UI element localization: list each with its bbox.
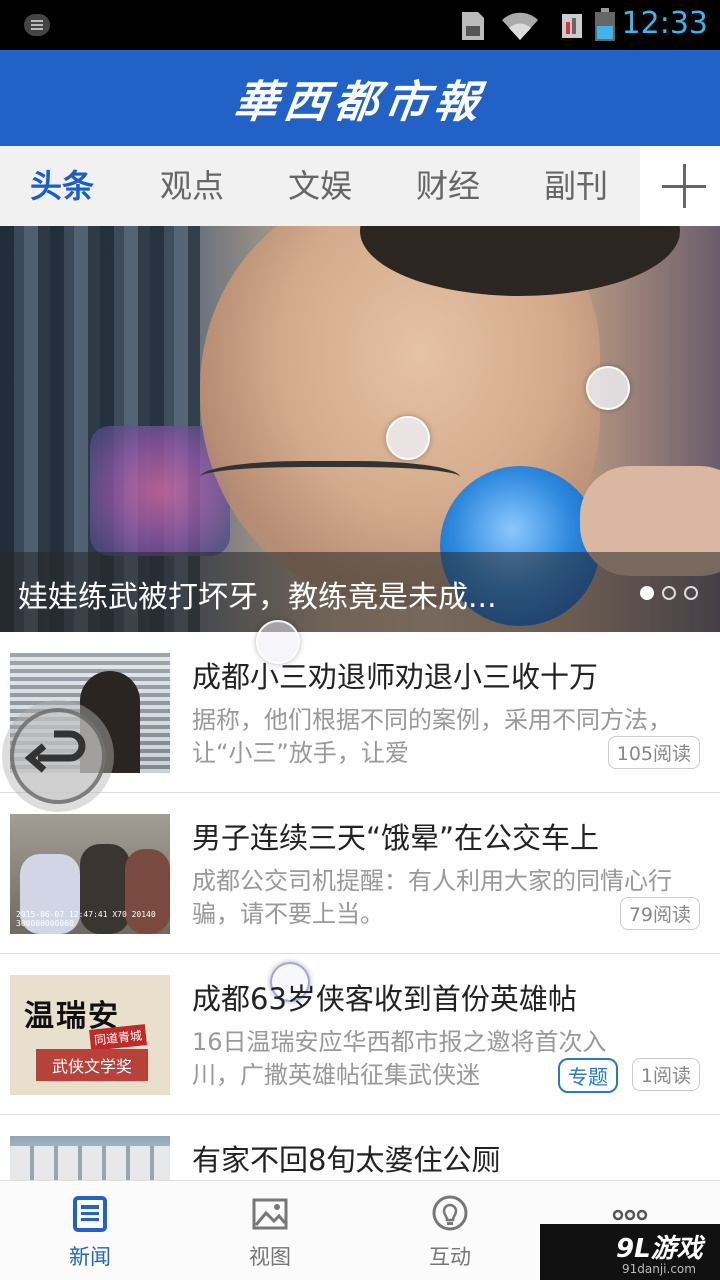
floating-back-button[interactable]: [2, 700, 114, 812]
news-summary: 成都公交司机提醒：有人利用大家的同情心行骗，请不要上当。: [192, 867, 672, 928]
news-item[interactable]: 有家不回8旬太婆住公厕: [0, 1115, 720, 1180]
news-list: 成都小三劝退师劝退小三收十万 据称，他们根据不同的案例，采用不同方法，让“小三”…: [0, 632, 720, 1180]
nav-pictures[interactable]: 视图: [180, 1181, 360, 1280]
lightbulb-icon: [432, 1195, 468, 1231]
carousel-dot: [684, 586, 698, 600]
status-bar: 12:33: [0, 0, 720, 50]
news-title: 成都63岁侠客收到首份英雄帖: [192, 982, 577, 1016]
tab-entertainment[interactable]: 文娱: [288, 146, 352, 226]
hero-caption[interactable]: 娃娃练武被打坏牙，教练竟是未成...: [18, 572, 497, 616]
thumbnail-timestamp: 2015-06-07 12:47:41 X70 20140 3000000000…: [16, 910, 156, 928]
watermark-text: 9L游戏: [616, 1234, 703, 1264]
nav-news[interactable]: 新闻: [0, 1181, 180, 1280]
site-watermark: 9L游戏 91danji.com: [540, 1224, 720, 1280]
add-channel-icon[interactable]: [640, 146, 720, 226]
news-item[interactable]: 温瑞安 同道青城 武侠文学奖 成都63岁侠客收到首份英雄帖 16日温瑞安应华西都…: [0, 954, 720, 1115]
news-title: 男子连续三天“饿晕”在公交车上: [192, 821, 600, 855]
tab-headlines[interactable]: 头条: [30, 146, 94, 226]
hero-caption-bar: 娃娃练武被打坏牙，教练竟是未成...: [0, 552, 720, 632]
nav-interact[interactable]: 互动: [360, 1181, 540, 1280]
tab-finance[interactable]: 财经: [416, 146, 480, 226]
news-title: 成都小三劝退师劝退小三收十万: [192, 660, 599, 694]
thumbnail-award-text: 武侠文学奖: [36, 1049, 148, 1081]
read-count-badge: 1阅读: [631, 1058, 700, 1091]
carousel-dot: [640, 586, 654, 600]
wifi-icon: [502, 12, 538, 40]
nav-label: 新闻: [69, 1245, 111, 1269]
signal-icon: [562, 14, 582, 38]
app-header: 華西都市報: [0, 50, 720, 146]
news-title: 有家不回8旬太婆住公厕: [192, 1143, 501, 1177]
newspaper-logo: 華西都市報: [230, 77, 488, 128]
newspaper-icon: [73, 1196, 107, 1232]
read-count-badge: 79阅读: [619, 897, 700, 930]
image-icon: [252, 1198, 288, 1230]
touch-indicator: [586, 366, 630, 410]
sim-card-icon: [462, 12, 484, 40]
news-item[interactable]: 2015-06-07 12:47:41 X70 20140 3000000000…: [0, 793, 720, 954]
news-thumbnail: 2015-06-07 12:47:41 X70 20140 3000000000…: [10, 814, 170, 934]
topic-badge[interactable]: 专题: [558, 1058, 618, 1093]
news-thumbnail: 温瑞安 同道青城 武侠文学奖: [10, 975, 170, 1095]
watermark-url: 91danji.com: [622, 1262, 696, 1276]
channel-tabs: 头条 观点 文娱 财经 副刊: [0, 146, 720, 226]
back-arrow-icon: [24, 730, 86, 773]
nav-label: 视图: [249, 1245, 291, 1269]
status-clock: 12:33: [621, 6, 708, 41]
tab-supplement[interactable]: 副刊: [544, 146, 608, 226]
thumbnail-seal: 同道青城: [89, 1024, 147, 1051]
battery-icon: [595, 8, 615, 41]
touch-indicator: [386, 416, 430, 460]
tab-opinion[interactable]: 观点: [160, 146, 224, 226]
carousel-indicator: [640, 586, 698, 600]
news-thumbnail: [10, 1136, 170, 1180]
hero-carousel[interactable]: 娃娃练武被打坏牙，教练竟是未成...: [0, 226, 720, 632]
read-count-badge: 105阅读: [607, 736, 700, 769]
overflow-menu-icon[interactable]: [24, 14, 50, 36]
nav-label: 互动: [429, 1245, 471, 1269]
carousel-dot: [662, 586, 676, 600]
